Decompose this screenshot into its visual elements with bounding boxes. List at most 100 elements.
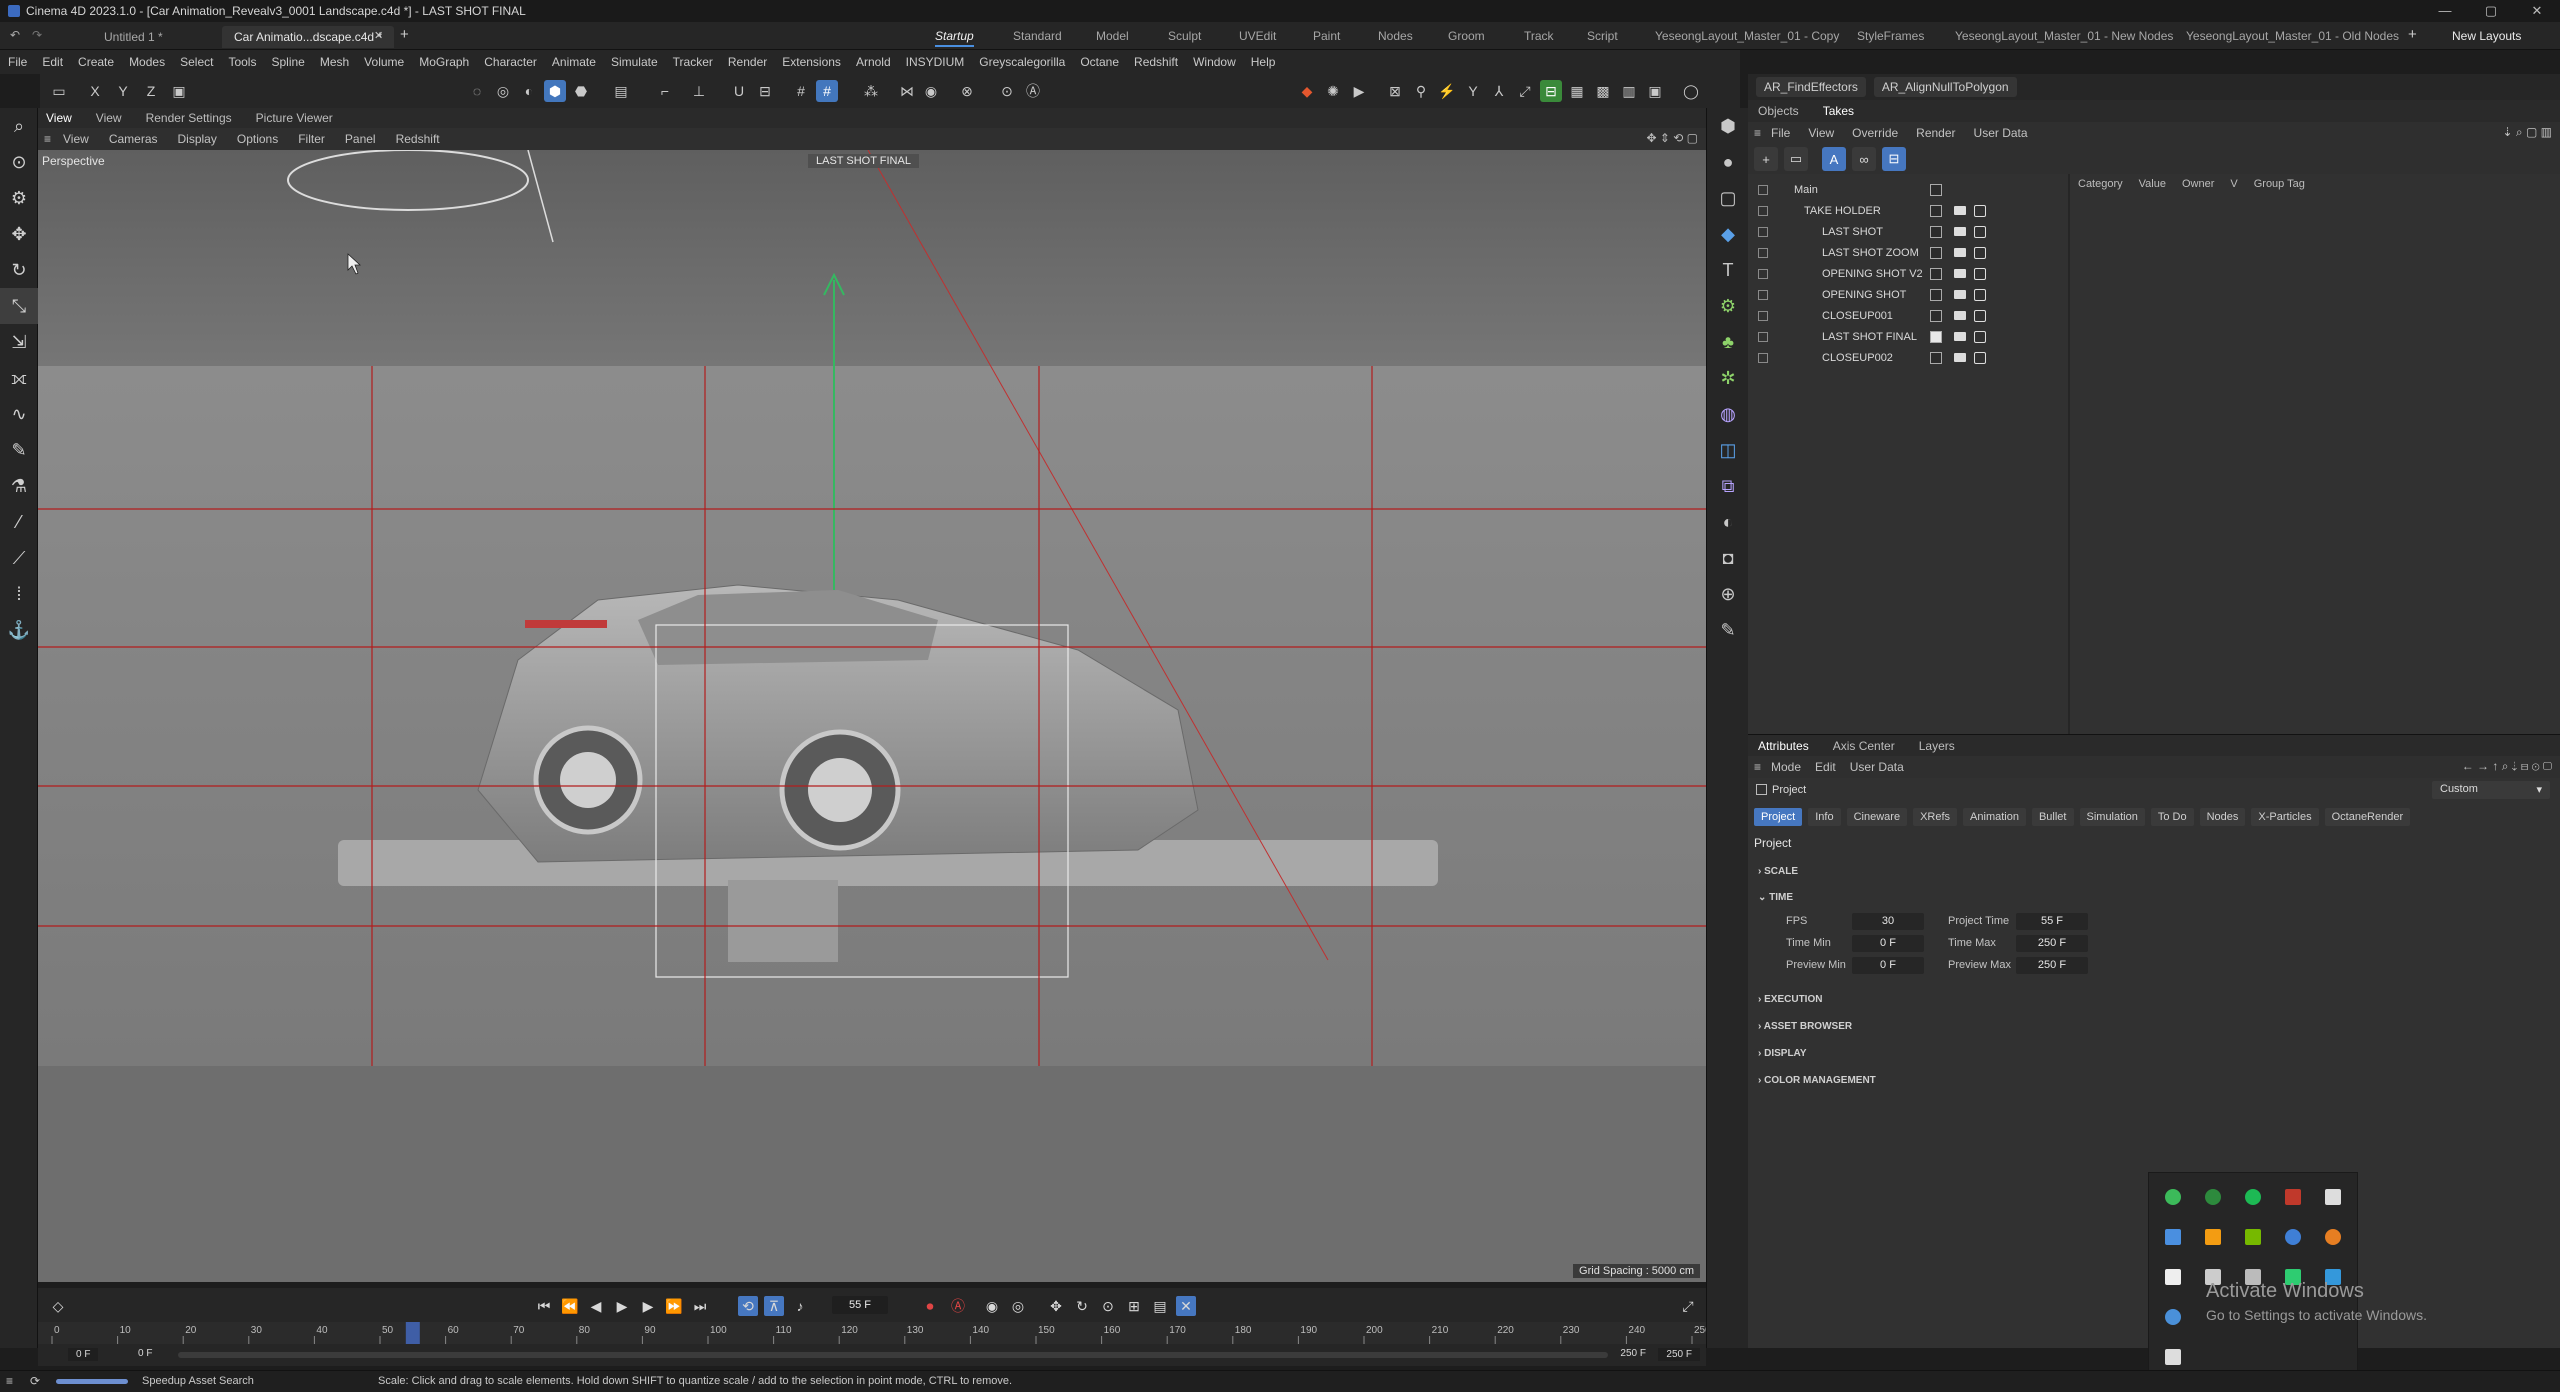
doc-tab-car-animation[interactable]: Car Animatio...dscape.c4d * <box>222 26 395 48</box>
snap-icon[interactable]: ⊥ <box>688 80 710 102</box>
tray-orange-icon[interactable] <box>2205 1229 2221 1245</box>
tray-network-icon[interactable] <box>2165 1309 2181 1325</box>
menu-volume[interactable]: Volume <box>364 55 404 69</box>
mirror-icon[interactable]: ⋈ <box>896 80 918 102</box>
layout-track[interactable]: Track <box>1524 27 1554 45</box>
new-layouts-button[interactable]: New Layouts <box>2452 27 2521 45</box>
take-active-checkbox[interactable] <box>1930 331 1942 343</box>
layout-script[interactable]: Script <box>1587 27 1618 45</box>
knife-icon[interactable]: ⟋ <box>0 540 38 576</box>
target-icon[interactable]: ◉ <box>920 80 942 102</box>
environment-icon[interactable]: ◐ <box>1707 504 1749 540</box>
layout-groom[interactable]: Groom <box>1448 27 1485 45</box>
menu-tracker[interactable]: Tracker <box>673 55 713 69</box>
take-camera-icon[interactable] <box>1954 290 1966 299</box>
menu-animate[interactable]: Animate <box>552 55 596 69</box>
tray-green-icon[interactable] <box>2165 1189 2181 1205</box>
prev-key-icon[interactable]: ⏪ <box>560 1296 580 1316</box>
vp-menu-options[interactable]: Options <box>237 132 278 146</box>
green-plugin-icon[interactable]: ⊟ <box>1540 80 1562 102</box>
menu-file[interactable]: File <box>8 55 27 69</box>
spline-icon[interactable]: ∿ <box>0 396 38 432</box>
preview-max-readout[interactable]: 250 F <box>1620 1348 1646 1359</box>
spline-tools-icon[interactable]: ⚗ <box>0 468 38 504</box>
scale-tool-icon[interactable]: ⟗ <box>0 360 38 396</box>
maximize-button[interactable]: ▢ <box>2468 0 2514 22</box>
take-active-checkbox[interactable] <box>1930 268 1942 280</box>
take-render-settings-icon[interactable] <box>1974 310 1986 322</box>
keyframe-diamond-icon[interactable]: ◇ <box>48 1296 68 1316</box>
vp-menu-filter[interactable]: Filter <box>298 132 325 146</box>
current-frame-field[interactable]: 55 F <box>832 1296 888 1314</box>
layout-standard[interactable]: Standard <box>1013 27 1062 45</box>
take-active-checkbox[interactable] <box>1930 226 1942 238</box>
magnet-tool-icon[interactable]: ⚓ <box>0 612 38 648</box>
take-camera-icon[interactable] <box>1954 332 1966 341</box>
take-row[interactable]: CLOSEUP002 <box>1748 348 2068 369</box>
row-toggle-icon[interactable] <box>1758 227 1768 237</box>
subtab-todo[interactable]: To Do <box>2150 808 2194 826</box>
camera-object-icon[interactable]: ◘ <box>1707 540 1749 576</box>
lock-icon[interactable]: ⊗ <box>956 80 978 102</box>
menu-spline[interactable]: Spline <box>271 55 304 69</box>
subtab-bullet[interactable]: Bullet <box>2031 808 2074 826</box>
row-toggle-icon[interactable] <box>1758 311 1768 321</box>
layout-paint[interactable]: Paint <box>1313 27 1340 45</box>
vp-menu-redshift[interactable]: Redshift <box>396 132 440 146</box>
take-render-settings-icon[interactable] <box>1974 205 1986 217</box>
row-toggle-icon[interactable] <box>1758 269 1768 279</box>
subtab-project[interactable]: Project <box>1754 808 1803 826</box>
redo-icon[interactable]: ↷ <box>32 28 42 42</box>
go-to-start-icon[interactable]: ⏮ <box>534 1296 554 1316</box>
motion-icon[interactable]: ◎ <box>1008 1296 1028 1316</box>
sound-icon[interactable]: ♪ <box>790 1296 810 1316</box>
takes-menu-user-data[interactable]: User Data <box>1974 126 2028 140</box>
solo-icon[interactable]: ▤ <box>610 80 632 102</box>
subtab-cineware[interactable]: Cineware <box>1846 808 1908 826</box>
menu-octane[interactable]: Octane <box>1080 55 1119 69</box>
layout-sculpt[interactable]: Sculpt <box>1168 27 1201 45</box>
range-max-field[interactable]: 250 F <box>1658 1348 1700 1361</box>
figure-icon[interactable]: ⚲ <box>1410 80 1432 102</box>
take-active-checkbox[interactable] <box>1930 247 1942 259</box>
points-mode-icon[interactable]: ◌ <box>466 80 488 102</box>
bridge-icon[interactable]: ⁞ <box>0 576 38 612</box>
tray-drive-icon[interactable] <box>2165 1349 2181 1365</box>
effector-icon[interactable]: ✲ <box>1707 360 1749 396</box>
axis-y-button[interactable]: Y <box>112 80 134 102</box>
render-to-picture-viewer-icon[interactable]: ▶ <box>1348 80 1370 102</box>
texture-mode-icon[interactable]: ⬣ <box>570 80 592 102</box>
tab-axis-center[interactable]: Axis Center <box>1833 739 1895 753</box>
preset-dropdown[interactable]: Custom ▾ <box>2432 781 2550 799</box>
spotify-icon[interactable] <box>2245 1189 2261 1205</box>
subtab-nodes[interactable]: Nodes <box>2199 808 2246 826</box>
square-icon[interactable]: ▢ <box>1707 180 1749 216</box>
take-row[interactable]: OPENING SHOT V2 <box>1748 264 2068 285</box>
scale-icon[interactable]: ⤡ <box>0 288 38 324</box>
vp-menu-view[interactable]: View <box>63 132 89 146</box>
quantize-icon[interactable]: ⊟ <box>754 80 776 102</box>
param-key-icon[interactable]: ⊞ <box>1124 1296 1144 1316</box>
edges-mode-icon[interactable]: ◎ <box>492 80 514 102</box>
menu-help[interactable]: Help <box>1251 55 1276 69</box>
preview-min-readout[interactable]: 0 F <box>138 1348 152 1359</box>
menu-character[interactable]: Character <box>484 55 537 69</box>
takes-menu-override[interactable]: Override <box>1852 126 1898 140</box>
go-to-end-icon[interactable]: ⏭ <box>690 1296 710 1316</box>
prev-frame-icon[interactable]: ◀ <box>586 1296 606 1316</box>
row-toggle-icon[interactable] <box>1758 185 1768 195</box>
tab-picture-viewer[interactable]: Picture Viewer <box>256 111 333 125</box>
transform-icon[interactable]: ⇲ <box>0 324 38 360</box>
take-active-checkbox[interactable] <box>1930 310 1942 322</box>
tray-image-icon[interactable] <box>2325 1189 2341 1205</box>
section-color-management[interactable]: › COLOR MANAGEMENT <box>1758 1075 1876 1086</box>
row-toggle-icon[interactable] <box>1758 353 1768 363</box>
workplane-icon[interactable]: ⌐ <box>654 80 676 102</box>
scale-key-icon[interactable]: ⊙ <box>1098 1296 1118 1316</box>
take-row[interactable]: OPENING SHOT <box>1748 285 2068 306</box>
plugin-align-null[interactable]: AR_AlignNullToPolygon <box>1873 77 2017 97</box>
take-row[interactable]: LAST SHOT ZOOM <box>1748 243 2068 264</box>
subtab-animation[interactable]: Animation <box>1963 808 2026 826</box>
magnet-icon[interactable]: U <box>728 80 750 102</box>
lock-overrides-icon[interactable]: ⊟ <box>1882 147 1906 171</box>
